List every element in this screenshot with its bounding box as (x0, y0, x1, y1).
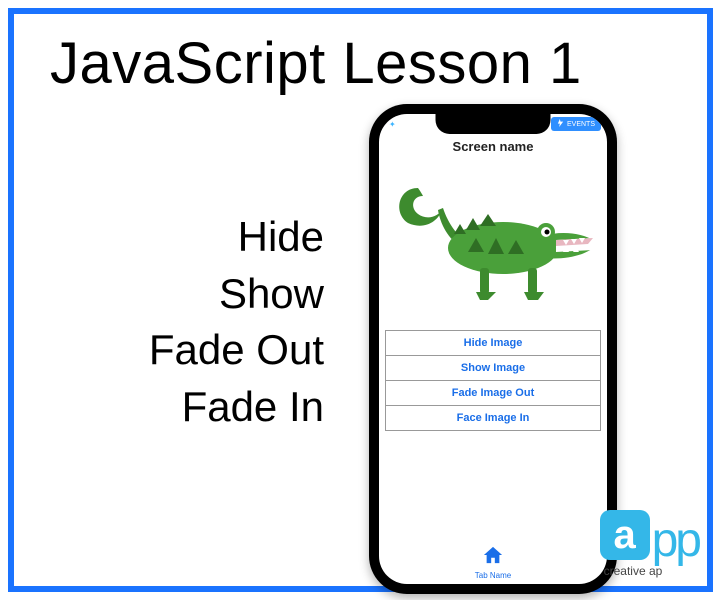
phone-screen: ✦ 12:24 EVENTS Screen name (379, 114, 607, 584)
screen-title: Screen name (379, 138, 607, 158)
bolt-icon (557, 119, 564, 129)
action-fade-in: Fade In (54, 379, 324, 436)
logo-tile: a (600, 510, 650, 560)
logo-letter: a (613, 513, 635, 558)
fade-out-button[interactable]: Fade Image Out (385, 380, 601, 406)
events-badge[interactable]: EVENTS (551, 117, 601, 131)
crocodile-icon (388, 168, 598, 318)
status-signal-icon: ✦ (389, 120, 396, 129)
fade-in-button[interactable]: Face Image In (385, 405, 601, 431)
crocodile-image (379, 158, 607, 328)
home-icon[interactable] (482, 552, 504, 569)
button-list: Hide Image Show Image Fade Image Out Fac… (379, 328, 607, 431)
brand-logo: a pp creative ap (600, 510, 699, 578)
phone-mockup: ✦ 12:24 EVENTS Screen name (369, 104, 617, 594)
action-fade-out: Fade Out (54, 322, 324, 379)
logo-suffix: pp (652, 522, 699, 560)
lesson-frame: JavaScript Lesson 1 Hide Show Fade Out F… (8, 8, 713, 592)
show-image-button[interactable]: Show Image (385, 355, 601, 381)
tab-bar: Tab Name (379, 545, 607, 580)
action-hide: Hide (54, 209, 324, 266)
page-title: JavaScript Lesson 1 (50, 30, 582, 97)
events-label: EVENTS (567, 121, 595, 128)
phone-notch (436, 114, 551, 134)
hide-image-button[interactable]: Hide Image (385, 330, 601, 356)
tab-label: Tab Name (379, 571, 607, 580)
action-show: Show (54, 266, 324, 323)
action-list: Hide Show Fade Out Fade In (54, 209, 324, 436)
logo-tagline: creative ap (604, 564, 663, 578)
